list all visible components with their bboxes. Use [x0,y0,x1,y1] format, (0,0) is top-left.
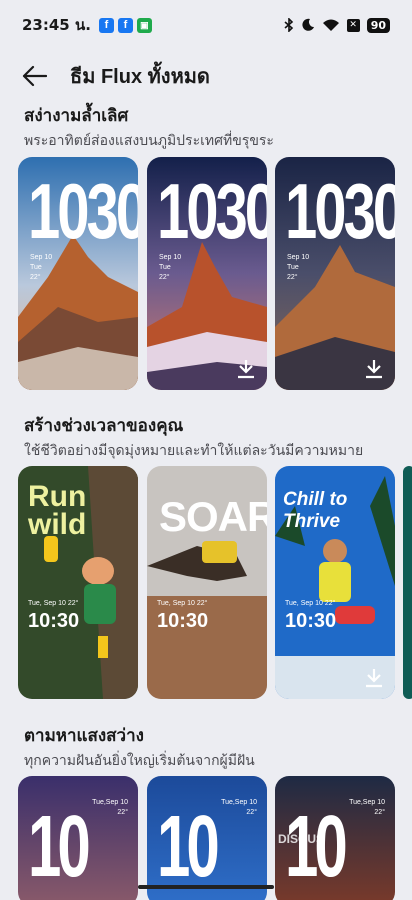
clock-display: 10 [157,797,220,895]
section-title: สร้างช่วงเวลาของคุณ [24,416,184,435]
app-header: ธีม Flux ทั้งหมด [0,52,412,100]
facebook-icon: f [117,17,133,33]
clock-display: 1030 [285,167,395,256]
date-weather: Tue, Sep 10 22° [28,600,79,607]
clock-display: 10:30 [157,610,209,632]
theme-card[interactable]: Chill to Thrive Tue, Sep 10 22° 10:30 [275,466,395,699]
date-weather: Tue,Sep 10 22° [92,799,128,816]
app-notification-icon: ▣ [136,17,152,33]
section-title: ตามหาแสงสว่าง [24,726,144,745]
section-subtitle: พระอาทิตย์ส่องแสงบนภูมิประเทศที่ขรุขระ [24,132,274,148]
theme-card[interactable]: 1030 Sep 10 Tue 22° [275,157,395,390]
theme-card-partial[interactable] [403,466,412,699]
bluetooth-icon [284,18,294,32]
page-title: ธีม Flux ทั้งหมด [70,66,210,88]
theme-card[interactable]: 10 Tue,Sep 10 22° [18,776,138,900]
do-not-disturb-moon-icon [301,18,315,32]
theme-card[interactable]: 1030 Sep 10 Tue 22° [18,157,138,390]
battery-indicator: 90 [366,17,390,33]
section-title: สง่างามล้ำเลิศ [24,106,129,125]
theme-card[interactable]: 10 Tue,Sep 10 22° [147,776,267,900]
status-bar: 23:45 น. f f ▣ ✕ 90 [0,0,412,50]
status-time: 23:45 น. [22,16,91,34]
wallpaper-text: SOAR [159,493,267,540]
clock-display: 10 [28,797,91,895]
clock-display: 10 [285,797,348,895]
watermark: DISQUS [278,832,325,846]
download-icon[interactable] [363,358,385,380]
date-weather: Sep 10 Tue 22° [159,254,182,281]
clock-display: 1030 [28,167,138,256]
wallpaper-text: Chill to [283,489,348,510]
notification-icons: f f ▣ [98,17,152,33]
theme-card[interactable]: 1030 Sep 10 Tue 22° [147,157,267,390]
status-right: ✕ 90 [284,17,390,33]
clock-display: 10:30 [285,610,337,632]
wifi-icon [322,18,340,32]
download-icon[interactable] [235,358,257,380]
date-weather: Tue, Sep 10 22° [157,600,208,607]
section-subtitle: ใช้ชีวิตอย่างมีจุดมุ่งหมายและทำให้แต่ละว… [24,442,364,458]
no-sim-icon: ✕ [346,18,360,32]
date-weather: Tue,Sep 10 22° [221,799,257,816]
date-weather: Tue, Sep 10 22° [285,600,336,607]
date-weather: Sep 10 Tue 22° [287,254,310,281]
back-button[interactable] [18,60,50,92]
clock-display: 10:30 [28,610,80,632]
date-weather: Sep 10 Tue 22° [30,254,53,281]
download-icon[interactable] [363,667,385,689]
wallpaper-text: Thrive [283,511,341,532]
theme-card[interactable]: Run wild Tue, Sep 10 22° 10:30 [18,466,138,699]
facebook-icon: f [98,17,114,33]
back-arrow-icon [22,65,47,87]
section-subtitle: ทุกความฝันอันยิ่งใหญ่เริ่มต้นจากผู้มีฝัน [24,752,255,768]
theme-card[interactable]: SOAR Tue, Sep 10 22° 10:30 [147,466,267,699]
home-indicator[interactable] [138,885,274,889]
date-weather: Tue,Sep 10 22° [349,799,385,816]
wallpaper-text: wild [28,508,87,541]
clock-display: 1030 [157,167,267,256]
